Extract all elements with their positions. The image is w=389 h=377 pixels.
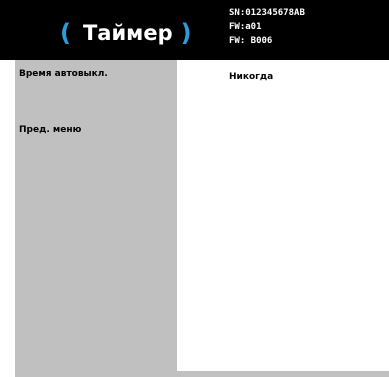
sidebar: Время автовыкл. Пред. меню [15, 60, 177, 371]
menu-title: ( Таймер ) [60, 18, 192, 48]
bottom-divider [15, 371, 389, 377]
left-paren-decoration: ( [60, 19, 71, 47]
content-panel: Никогда [177, 60, 389, 371]
right-paren-decoration: ) [180, 19, 192, 47]
device-info: SN:012345678AB FW:a01 FW: B006 [229, 6, 305, 48]
firmware-version-a: FW:a01 [229, 22, 262, 32]
serial-number: SN:012345678AB [229, 8, 305, 18]
auto-off-value[interactable]: Никогда [229, 72, 273, 82]
page-title: Таймер [82, 21, 173, 45]
header-bar: ( Таймер ) SN:012345678AB FW:a01 FW: B00… [0, 0, 389, 60]
sidebar-item-previous-menu[interactable]: Пред. меню [19, 125, 81, 135]
firmware-version-b: FW: B006 [229, 36, 273, 46]
sidebar-item-auto-off-timer[interactable]: Время автовыкл. [19, 69, 108, 79]
